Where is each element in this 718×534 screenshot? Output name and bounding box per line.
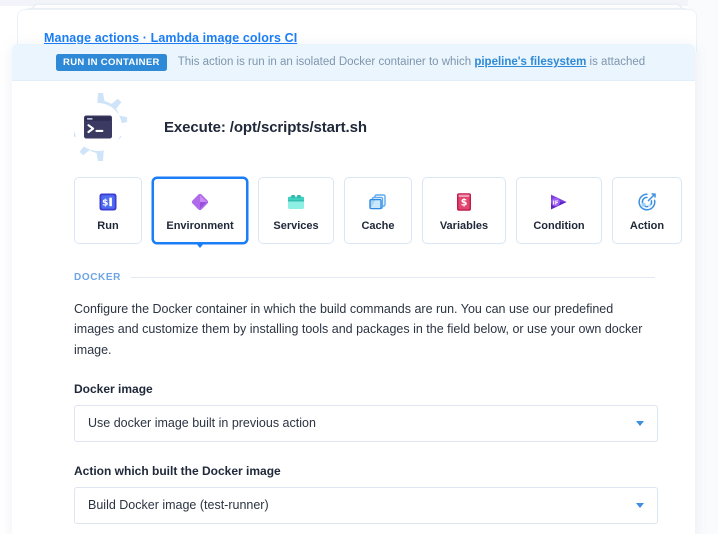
tab-condition[interactable]: IF Condition <box>516 177 602 244</box>
tab-condition-label: Condition <box>533 220 584 232</box>
tab-services-label: Services <box>273 220 318 232</box>
section-divider <box>131 277 655 278</box>
pipeline-filesystem-link[interactable]: pipeline's filesystem <box>474 56 586 68</box>
svg-text:$: $ <box>102 199 108 209</box>
terminal-gear-icon <box>62 91 134 163</box>
action-settings-card: RUN IN CONTAINER This action is run in a… <box>12 44 695 534</box>
tab-variables-label: Variables <box>440 220 488 232</box>
section-label: DOCKER <box>74 272 121 283</box>
action-title: Execute: /opt/scripts/start.sh <box>164 119 367 136</box>
tab-cache-label: Cache <box>361 220 394 232</box>
tab-services[interactable]: Services <box>258 177 334 244</box>
docker-section-header: DOCKER <box>74 272 655 283</box>
tab-run-label: Run <box>97 220 118 232</box>
tab-run[interactable]: $ Run <box>74 177 142 244</box>
built-by-action-field: Action which built the Docker image Buil… <box>74 464 655 524</box>
breadcrumb[interactable]: Manage actions · Lambda image colors CI <box>44 31 297 45</box>
tab-variables[interactable]: $ Variables <box>422 177 506 244</box>
action-header: Execute: /opt/scripts/start.sh <box>12 81 695 173</box>
docker-section-description: Configure the Docker container in which … <box>74 299 652 360</box>
banner-text-after: is attached <box>586 56 645 68</box>
banner-description: This action is run in an isolated Docker… <box>178 56 645 68</box>
built-by-action-select[interactable]: Build Docker image (test-runner) <box>74 487 658 524</box>
tab-action-label: Action <box>630 220 664 232</box>
if-play-icon: IF <box>547 189 571 215</box>
docker-image-value: Use docker image built in previous actio… <box>88 416 316 430</box>
toolbox-icon <box>285 189 307 215</box>
app-root: Manage actions · Lambda image colors CI … <box>0 0 718 534</box>
svg-text:$: $ <box>461 198 468 209</box>
banner-text-before: This action is run in an isolated Docker… <box>178 56 475 68</box>
docker-image-field: Docker image Use docker image built in p… <box>74 382 655 442</box>
folders-icon <box>367 189 389 215</box>
tab-environment[interactable]: Environment <box>152 177 248 244</box>
chevron-down-icon <box>636 503 644 508</box>
chevron-down-icon <box>636 421 644 426</box>
built-by-action-label: Action which built the Docker image <box>74 464 655 478</box>
run-in-container-banner: RUN IN CONTAINER This action is run in a… <box>12 44 695 81</box>
dollar-book-icon: $ <box>454 189 474 215</box>
swirl-icon <box>636 189 658 215</box>
svg-text:IF: IF <box>553 200 559 206</box>
docker-image-label: Docker image <box>74 382 655 396</box>
tab-environment-label: Environment <box>166 220 233 232</box>
diamond-icon <box>188 189 212 215</box>
shell-prompt-icon: $ <box>98 189 118 215</box>
built-by-action-value: Build Docker image (test-runner) <box>88 498 269 512</box>
tab-action[interactable]: Action <box>612 177 682 244</box>
action-tabs: $ Run Environment <box>12 177 695 244</box>
tab-cache[interactable]: Cache <box>344 177 412 244</box>
docker-image-select[interactable]: Use docker image built in previous actio… <box>74 405 658 442</box>
run-in-container-badge: RUN IN CONTAINER <box>56 54 167 71</box>
